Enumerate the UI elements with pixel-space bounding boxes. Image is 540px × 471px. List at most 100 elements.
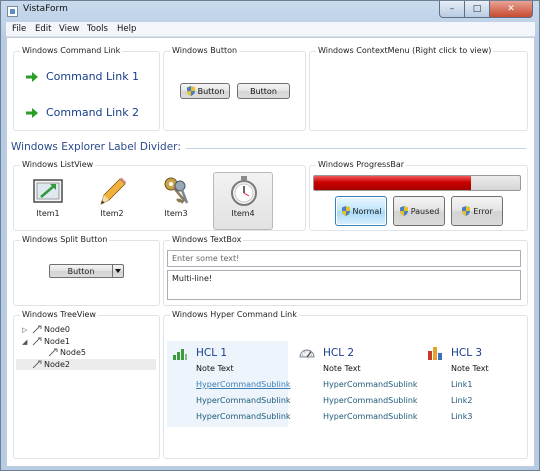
close-button[interactable]: ✕ bbox=[490, 1, 533, 18]
progress-normal-button[interactable]: Normal bbox=[335, 196, 387, 226]
shield-button[interactable]: Button bbox=[180, 83, 230, 99]
hcl-2-sublink-1[interactable]: HyperCommandSublink bbox=[323, 380, 418, 389]
client-area: Windows Command Link Command Link 1 Comm… bbox=[6, 37, 535, 467]
stopwatch-icon bbox=[231, 176, 257, 206]
list-item-4[interactable]: Item4 bbox=[213, 172, 273, 230]
split-button[interactable]: Button bbox=[49, 264, 124, 278]
progress-normal-label: Normal bbox=[352, 206, 382, 216]
hcl-1-sublink-3[interactable]: HyperCommandSublink bbox=[196, 412, 291, 421]
multi-line-textbox[interactable]: Multi-line! bbox=[167, 270, 521, 300]
caption-buttons: – □ ✕ bbox=[439, 1, 533, 18]
hcl-3-title: HCL 3 bbox=[451, 347, 483, 359]
green-arrow-icon bbox=[26, 71, 38, 82]
tree-node-0-label: Node0 bbox=[44, 325, 70, 334]
uac-shield-icon bbox=[399, 206, 408, 216]
maximize-button[interactable]: □ bbox=[465, 1, 490, 18]
list-item-4-label: Item4 bbox=[231, 209, 255, 218]
plain-button[interactable]: Button bbox=[237, 83, 290, 99]
divider-line bbox=[186, 148, 526, 149]
progress-bar bbox=[313, 175, 521, 191]
split-dropdown-arrow[interactable] bbox=[112, 265, 123, 277]
expand-arrow-icon[interactable]: ▷ bbox=[22, 326, 30, 334]
node-icon bbox=[32, 325, 42, 334]
window-title: VistaForm bbox=[23, 4, 68, 14]
hcl-2-sublink-2[interactable]: HyperCommandSublink bbox=[323, 396, 418, 405]
hcl-3-link-2[interactable]: Link2 bbox=[451, 396, 489, 405]
title-bar[interactable]: VistaForm – □ ✕ bbox=[1, 1, 539, 21]
windows-button-group: Windows Button Button Button bbox=[163, 46, 306, 131]
menu-bar: File Edit View Tools Help bbox=[6, 22, 535, 37]
hcl-1-sublink-1[interactable]: HyperCommandSublink bbox=[196, 380, 291, 389]
multiline-text[interactable]: Multi-line! bbox=[172, 274, 516, 283]
hcl-3-link-1[interactable]: Link1 bbox=[451, 380, 489, 389]
context-menu-group-title: Windows ContextMenu (Right click to view… bbox=[316, 46, 494, 55]
context-menu-group[interactable]: Windows ContextMenu (Right click to view… bbox=[309, 46, 528, 131]
tree-node-2[interactable]: Node2 bbox=[22, 359, 70, 370]
hcl-3-note: Note Text bbox=[451, 364, 489, 373]
hcl-2-heading[interactable]: HCL 2 bbox=[299, 346, 418, 360]
tree-node-2-label: Node2 bbox=[44, 360, 70, 369]
node-icon bbox=[32, 337, 42, 346]
text-box-group-title: Windows TextBox bbox=[170, 235, 244, 244]
command-link-1-label: Command Link 1 bbox=[46, 70, 140, 83]
collapse-arrow-icon[interactable]: ◢ bbox=[22, 338, 30, 346]
list-item-2[interactable]: Item2 bbox=[82, 173, 142, 231]
command-link-1[interactable]: Command Link 1 bbox=[26, 70, 139, 83]
menu-tools[interactable]: Tools bbox=[87, 24, 108, 34]
menu-edit[interactable]: Edit bbox=[35, 24, 51, 34]
minimize-button[interactable]: – bbox=[439, 1, 465, 18]
menu-help[interactable]: Help bbox=[117, 24, 136, 34]
progress-paused-button[interactable]: Paused bbox=[393, 196, 445, 226]
command-link-2-label: Command Link 2 bbox=[46, 106, 140, 119]
tree-node-1-label: Node1 bbox=[44, 337, 70, 346]
windows-button-group-title: Windows Button bbox=[170, 46, 240, 55]
tree-view-group-title: Windows TreeView bbox=[20, 310, 98, 319]
hyper-command-link-group-title: Windows Hyper Command Link bbox=[170, 310, 299, 319]
command-link-group-title: Windows Command Link bbox=[20, 46, 123, 55]
progress-error-button[interactable]: Error bbox=[451, 196, 503, 226]
hcl-1-note: Note Text bbox=[196, 364, 234, 373]
command-link-group: Windows Command Link Command Link 1 Comm… bbox=[13, 46, 160, 131]
hcl-3-link-3[interactable]: Link3 bbox=[451, 412, 489, 421]
list-item-1[interactable]: Item1 bbox=[18, 173, 78, 231]
list-item-2-label: Item2 bbox=[100, 209, 124, 218]
gauge-icon bbox=[299, 349, 315, 358]
hcl-column-3[interactable]: HCL 3 Note Text Link1 Link2 Link3 bbox=[427, 346, 489, 421]
progress-paused-label: Paused bbox=[410, 206, 440, 216]
bar-graph-icon bbox=[173, 349, 187, 360]
hcl-2-note: Note Text bbox=[323, 364, 361, 373]
uac-shield-icon bbox=[186, 86, 195, 96]
tree-node-0[interactable]: ▷ Node0 bbox=[22, 324, 70, 335]
hcl-2-sublink-3[interactable]: HyperCommandSublink bbox=[323, 412, 418, 421]
list-item-1-label: Item1 bbox=[36, 209, 60, 218]
single-line-textbox[interactable] bbox=[167, 250, 521, 267]
list-item-3[interactable]: Item3 bbox=[146, 173, 206, 231]
hcl-1-sublink-2[interactable]: HyperCommandSublink bbox=[196, 396, 291, 405]
keys-icon bbox=[164, 177, 189, 204]
tree-node-5-label: Node5 bbox=[60, 348, 86, 357]
hcl-1-title: HCL 1 bbox=[196, 347, 228, 359]
app-window: VistaForm – □ ✕ File Edit View Tools Hel… bbox=[0, 0, 540, 471]
menu-file[interactable]: File bbox=[12, 24, 26, 34]
tree-node-5[interactable]: Node5 bbox=[38, 347, 86, 358]
progress-bar-group-title: Windows ProgressBar bbox=[316, 160, 407, 169]
pencil-icon bbox=[100, 177, 127, 205]
command-link-2[interactable]: Command Link 2 bbox=[26, 106, 139, 119]
picture-frame-icon bbox=[33, 179, 63, 203]
hcl-3-heading[interactable]: HCL 3 bbox=[427, 346, 489, 360]
node-icon bbox=[48, 348, 58, 357]
hcl-column-1[interactable]: HCL 1 Note Text HyperCommandSublink Hype… bbox=[172, 346, 291, 421]
text-input[interactable] bbox=[172, 254, 516, 263]
tree-node-1[interactable]: ◢ Node1 bbox=[22, 336, 70, 347]
node-icon bbox=[32, 360, 42, 369]
app-icon[interactable] bbox=[7, 6, 18, 17]
plain-button-label: Button bbox=[250, 86, 277, 96]
hcl-1-heading[interactable]: HCL 1 bbox=[172, 346, 291, 360]
green-arrow-icon bbox=[26, 107, 38, 118]
split-button-group-title: Windows Split Button bbox=[20, 235, 110, 244]
explorer-label-divider: Windows Explorer Label Divider: bbox=[11, 141, 181, 153]
menu-view[interactable]: View bbox=[59, 24, 79, 34]
uac-shield-icon bbox=[462, 206, 471, 216]
hcl-column-2[interactable]: HCL 2 Note Text HyperCommandSublink Hype… bbox=[299, 346, 418, 421]
bar-chart-icon bbox=[428, 347, 442, 360]
